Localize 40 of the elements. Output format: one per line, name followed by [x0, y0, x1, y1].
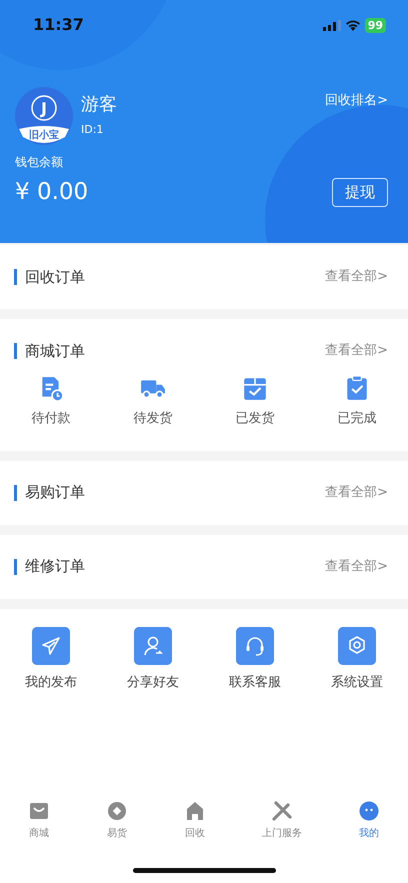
section-title: 维修订单 — [25, 556, 86, 578]
shortcut-button[interactable]: 系统设置 — [306, 626, 408, 692]
tab-bar-item[interactable]: 易货 — [106, 800, 128, 841]
user-share-icon — [134, 626, 172, 664]
section-title: 回收订单 — [25, 266, 86, 288]
signal-icon — [322, 20, 341, 30]
ranking-link[interactable]: 回收排名> — [325, 91, 388, 110]
wallet-amount: ¥ 0.00 — [15, 178, 88, 207]
order-status-item[interactable]: 已发货 — [204, 375, 306, 428]
tab-bar-item[interactable]: 回收 — [184, 800, 206, 841]
section-title: 商城订单 — [25, 340, 86, 362]
shortcut-button[interactable]: 联系客服 — [204, 626, 306, 692]
battery-indicator: 99 — [364, 18, 386, 32]
wifi-icon — [344, 19, 361, 31]
paper-plane-icon — [32, 626, 70, 664]
coin-icon — [106, 800, 128, 822]
section-title: 易购订单 — [25, 482, 86, 504]
settings-icon — [338, 626, 376, 664]
shortcut-button[interactable]: 我的发布 — [0, 626, 102, 692]
user-name: 游客 — [81, 93, 118, 117]
order-status-item[interactable]: 待发货 — [102, 375, 204, 428]
view-all-link[interactable]: 查看全部> — [325, 267, 388, 287]
tab-bar-item[interactable]: 上门服务 — [262, 800, 302, 841]
user-id: ID:1 — [81, 122, 104, 138]
shortcut-button[interactable]: 分享好友 — [102, 626, 204, 692]
avatar-logo: J 旧小宝 — [15, 87, 73, 145]
smiley-face-icon — [358, 800, 380, 822]
home-icon — [184, 800, 206, 822]
order-status-item[interactable]: 待付款 — [0, 375, 102, 428]
wallet-label: 钱包余额 — [15, 154, 64, 171]
bag-icon — [28, 800, 50, 822]
view-all-link[interactable]: 查看全部> — [325, 556, 388, 576]
headset-icon — [236, 626, 274, 664]
status-time: 11:37 — [33, 14, 84, 36]
tab-bar-item[interactable]: 商城 — [28, 800, 50, 841]
tab-bar-item[interactable]: 我的 — [358, 800, 380, 841]
order-status-item[interactable]: 已完成 — [306, 375, 408, 428]
view-all-link[interactable]: 查看全部> — [325, 482, 388, 502]
view-all-link[interactable]: 查看全部> — [325, 341, 388, 361]
withdraw-button[interactable]: 提现 — [332, 178, 388, 206]
